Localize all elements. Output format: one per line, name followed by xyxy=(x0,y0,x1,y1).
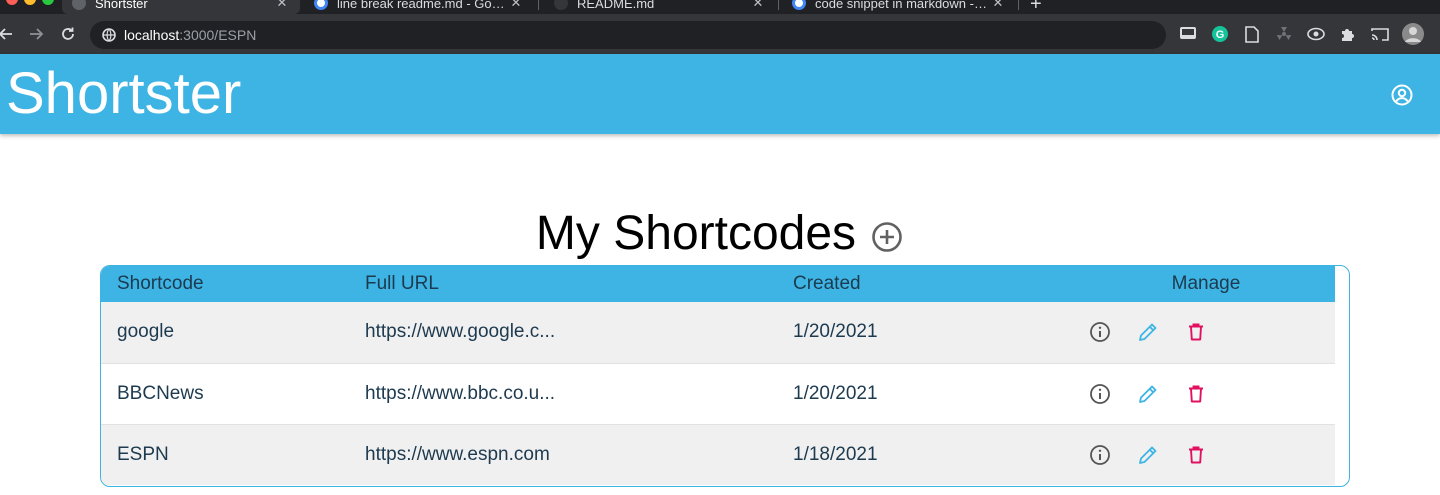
shortcode-cell: google xyxy=(117,321,175,343)
delete-icon xyxy=(1189,385,1203,402)
address-bar[interactable]: localhost:3000/ESPN xyxy=(90,21,1166,49)
page-title: My Shortcodes xyxy=(535,207,857,260)
edit-button[interactable] xyxy=(1137,383,1159,405)
window-zoom-button[interactable] xyxy=(42,0,54,5)
close-icon[interactable]: ✕ xyxy=(508,0,524,11)
shortcode-cell: ESPN xyxy=(101,423,349,485)
tab-title: line break readme.md - Google Search xyxy=(337,0,508,11)
info-button[interactable] xyxy=(1089,383,1111,405)
browser-tab-google-search-1[interactable]: line break readme.md - Google Search ✕ xyxy=(304,0,534,14)
radioactive-extension-icon[interactable] xyxy=(1274,24,1294,44)
table-row: BBCNews https://www.bbc.co.u... 1/20/202… xyxy=(101,362,1335,424)
url-path: :3000/ESPN xyxy=(179,27,257,43)
back-button[interactable] xyxy=(0,24,16,44)
page-extension-icon[interactable] xyxy=(1242,24,1262,44)
grammarly-extension-icon[interactable]: G xyxy=(1210,24,1230,44)
created-cell: 1/20/2021 xyxy=(793,321,878,343)
globe-icon xyxy=(72,0,86,10)
manage-cell xyxy=(1077,362,1335,424)
full-url-cell: https://www.google.c... xyxy=(365,321,556,343)
created-cell: 1/18/2021 xyxy=(777,423,1077,485)
column-header-full-url: Full URL xyxy=(365,273,439,294)
delete-icon xyxy=(1189,446,1203,464)
account-circle-icon xyxy=(1391,84,1413,106)
eye-extension-icon[interactable] xyxy=(1306,24,1326,44)
manage-cell xyxy=(1077,423,1335,485)
site-info-icon[interactable] xyxy=(102,28,116,42)
cast-icon[interactable] xyxy=(1370,24,1390,44)
puzzle-extensions-icon[interactable] xyxy=(1338,24,1358,44)
browser-tab-google-search-2[interactable]: code snippet in markdown - Google Search… xyxy=(782,0,1016,14)
delete-button[interactable] xyxy=(1185,444,1207,466)
svg-text:G: G xyxy=(1216,29,1225,41)
column-header-manage: Manage xyxy=(1171,273,1241,294)
created-cell: 1/20/2021 xyxy=(777,362,1077,424)
info-icon xyxy=(1090,322,1110,343)
edit-icon xyxy=(1139,385,1157,403)
add-shortcode-icon[interactable] xyxy=(870,220,904,254)
tab-title: code snippet in markdown - Google Search xyxy=(815,0,990,11)
arrow-left-icon xyxy=(0,28,12,40)
browser-tab-strip: Shortster ✕ line break readme.md - Googl… xyxy=(0,0,1440,14)
google-icon xyxy=(314,0,328,10)
browser-toolbar: localhost:3000/ESPN G xyxy=(0,14,1440,54)
browser-tab-shortster[interactable]: Shortster ✕ xyxy=(62,0,300,14)
tab-title: Shortster xyxy=(95,0,148,11)
manage-cell xyxy=(1077,302,1335,363)
github-icon xyxy=(554,0,568,10)
tab-title: README.md xyxy=(577,0,655,11)
json-viewer-extension-icon[interactable] xyxy=(1178,24,1198,44)
info-button[interactable] xyxy=(1089,444,1111,466)
delete-button[interactable] xyxy=(1185,321,1207,343)
edit-icon xyxy=(1139,446,1157,464)
close-icon[interactable]: ✕ xyxy=(750,0,766,11)
edit-button[interactable] xyxy=(1137,321,1159,343)
edit-button[interactable] xyxy=(1137,444,1159,466)
reload-button[interactable] xyxy=(58,24,78,44)
shortcode-cell: BBCNews xyxy=(101,362,349,424)
column-header-shortcode: Shortcode xyxy=(117,273,204,294)
url-host: localhost xyxy=(124,27,180,43)
table-row: google https://www.google.c... 1/20/2021 xyxy=(101,302,1335,363)
info-button[interactable] xyxy=(1089,321,1111,343)
account-button[interactable] xyxy=(1390,83,1414,107)
tab-separator xyxy=(1018,0,1019,10)
full-url-cell: https://www.espn.com xyxy=(349,423,777,485)
shortcodes-table: Shortcode Full URL Created Manage google… xyxy=(100,265,1350,487)
close-icon[interactable]: ✕ xyxy=(990,0,1006,11)
tab-separator xyxy=(778,0,779,10)
full-url-cell: https://www.bbc.co.u... xyxy=(349,362,777,424)
arrow-right-icon xyxy=(30,28,44,40)
profile-avatar[interactable] xyxy=(1401,22,1425,46)
google-icon xyxy=(792,0,806,10)
edit-icon xyxy=(1139,323,1157,342)
page-heading: My Shortcodes xyxy=(0,206,1440,262)
window-minimize-button[interactable] xyxy=(24,0,36,5)
app-brand[interactable]: Shortster xyxy=(6,61,241,127)
browser-tab-readme[interactable]: README.md ✕ xyxy=(544,0,776,14)
close-icon[interactable]: ✕ xyxy=(274,0,290,11)
forward-button[interactable] xyxy=(26,24,46,44)
table-row: ESPN https://www.espn.com 1/18/2021 xyxy=(101,423,1335,485)
delete-button[interactable] xyxy=(1185,383,1207,405)
info-icon xyxy=(1090,444,1110,465)
tab-separator xyxy=(538,0,539,10)
new-tab-button[interactable]: + xyxy=(1030,0,1042,14)
column-header-created: Created xyxy=(793,273,861,294)
table-header-row: Shortcode Full URL Created Manage xyxy=(101,266,1335,302)
delete-icon xyxy=(1189,323,1203,341)
info-icon xyxy=(1090,383,1110,404)
window-close-button[interactable] xyxy=(6,0,18,5)
reload-icon xyxy=(62,27,74,40)
app-header: Shortster xyxy=(0,54,1440,134)
